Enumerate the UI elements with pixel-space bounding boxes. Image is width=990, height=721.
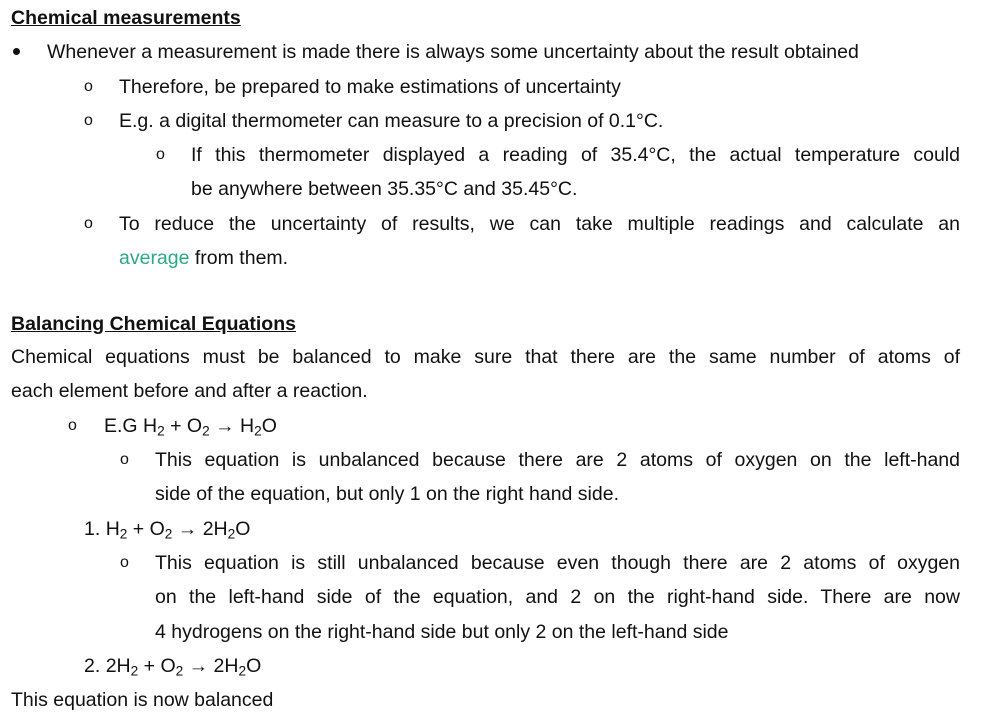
circle-bullet-icon: o [84, 112, 93, 129]
section-title-balancing: Balancing Chemical Equations [11, 313, 296, 335]
sub-sub-bullet-text-cont: be anywhere between 35.35°C and 35.45°C. [191, 178, 578, 200]
equation-note-cont: 4 hydrogens on the right-hand side but o… [155, 621, 729, 643]
bullet-dot-icon [13, 48, 20, 55]
sub-sub-bullet-text: If this thermometer displayed a reading … [191, 144, 960, 166]
circle-bullet-icon: o [120, 554, 129, 571]
equation-step-1: 1. H2 + O2 → 2H2O [84, 518, 251, 542]
bullet-text: Whenever a measurement is made there is … [47, 41, 859, 63]
equation-note: This equation is still unbalanced becaus… [155, 552, 960, 574]
circle-bullet-icon: o [120, 451, 129, 468]
equation-note: This equation is unbalanced because ther… [155, 449, 960, 471]
sub-bullet-text: E.g. a digital thermometer can measure t… [119, 110, 664, 132]
average-link[interactable]: average [119, 247, 189, 269]
equation-example: E.G H2 + O2 → H2O [104, 415, 277, 439]
sub-bullet-text-cont: average from them. [119, 241, 288, 275]
intro-text: Chemical equations must be balanced to m… [11, 346, 960, 368]
equation-note-cont: on the left-hand side of the equation, a… [155, 586, 960, 608]
circle-bullet-icon: o [156, 146, 165, 163]
sub-bullet-text-rest: from them. [189, 247, 289, 269]
conclusion-text: This equation is now balanced [11, 689, 274, 711]
circle-bullet-icon: o [84, 78, 93, 95]
equation-step-2: 2. 2H2 + O2 → 2H2O [84, 655, 262, 679]
intro-text-cont: each element before and after a reaction… [11, 380, 368, 402]
circle-bullet-icon: o [68, 417, 77, 434]
circle-bullet-icon: o [84, 215, 93, 232]
sub-bullet-text: To reduce the uncertainty of results, we… [119, 213, 960, 235]
section-title-measurements: Chemical measurements [11, 7, 241, 29]
equation-note-cont: side of the equation, but only 1 on the … [155, 483, 620, 505]
sub-bullet-text: Therefore, be prepared to make estimatio… [119, 76, 621, 98]
